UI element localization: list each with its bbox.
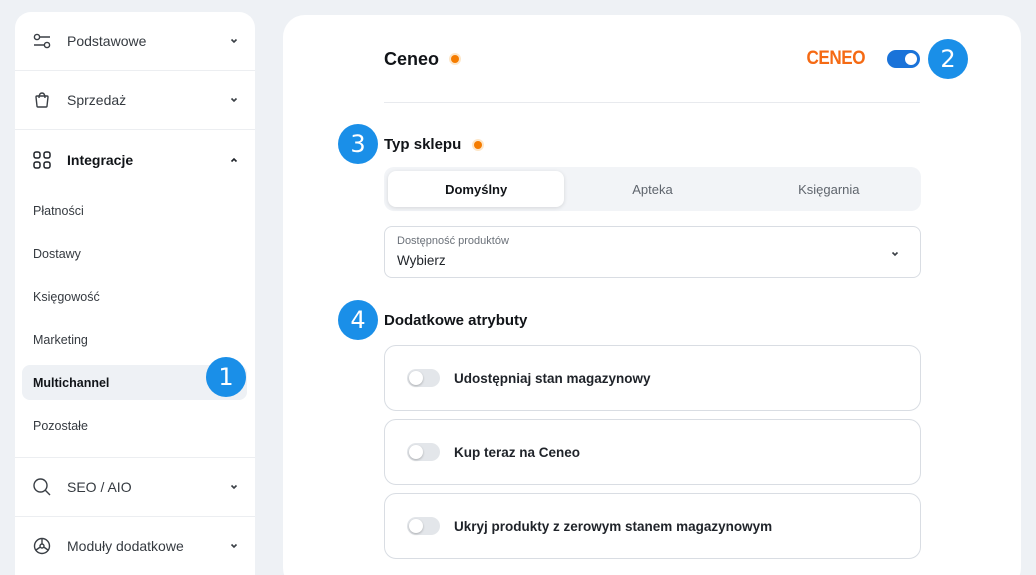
required-dot-icon	[474, 140, 483, 149]
select-value: Wybierz	[397, 253, 446, 268]
search-icon	[32, 477, 52, 497]
attributes-section: Dodatkowe atrybuty	[384, 312, 527, 329]
tab-ksiegarnia[interactable]: Księgarnia	[741, 171, 917, 207]
attribute-label: Udostępniaj stan magazynowy	[454, 370, 651, 386]
tab-apteka[interactable]: Apteka	[564, 171, 740, 207]
shop-type-section: Typ sklepu	[384, 136, 483, 153]
step-marker-2: 2	[928, 39, 968, 79]
integration-enable-toggle[interactable]	[887, 50, 920, 68]
sidebar-item-platnosci[interactable]: Płatności	[15, 189, 255, 232]
ceneo-settings-panel: Ceneo CENEO Typ sklepu Domyślny Apteka K…	[283, 15, 1021, 575]
status-dot-icon	[451, 55, 460, 63]
sidebar-item-marketing[interactable]: Marketing	[15, 318, 255, 361]
shopping-bag-icon	[32, 90, 52, 110]
buy-now-toggle[interactable]	[407, 443, 440, 461]
chevron-down-icon	[890, 246, 900, 257]
sidebar-group-sprzedaz[interactable]: Sprzedaż	[15, 71, 255, 130]
section-title: Dodatkowe atrybuty	[384, 312, 528, 329]
integration-header: Ceneo CENEO	[384, 45, 920, 73]
header-divider	[384, 102, 920, 103]
shop-type-selector: Domyślny Apteka Księgarnia	[384, 167, 921, 211]
hide-zero-stock-toggle[interactable]	[407, 517, 440, 535]
step-marker-3: 3	[338, 124, 378, 164]
chevron-down-icon	[229, 541, 239, 551]
integracje-submenu: Płatności Dostawy Księgowość Marketing M…	[15, 189, 255, 458]
sidebar-group-integracje[interactable]: Integracje	[15, 130, 255, 189]
section-title: Typ sklepu	[384, 136, 462, 153]
ceneo-logo: CENEO	[806, 48, 865, 69]
attribute-label: Kup teraz na Ceneo	[454, 444, 581, 460]
step-marker-1: 1	[206, 357, 246, 397]
chevron-up-icon	[229, 155, 239, 165]
sidebar-group-label: Integracje	[67, 151, 134, 168]
chevron-down-icon	[229, 36, 239, 46]
grid-icon	[32, 150, 52, 170]
tab-domyslny[interactable]: Domyślny	[388, 171, 565, 207]
chevron-down-icon	[229, 482, 239, 492]
select-label: Dostępność produktów	[397, 235, 509, 247]
sidebar-item-dostawy[interactable]: Dostawy	[15, 232, 255, 275]
step-marker-4: 4	[338, 300, 378, 340]
settings-sidebar: Podstawowe Sprzedaż Integracje Płatności…	[15, 12, 255, 575]
share-stock-toggle[interactable]	[407, 369, 440, 387]
sidebar-item-pozostale[interactable]: Pozostałe	[15, 404, 255, 447]
sidebar-group-label: SEO / AIO	[67, 479, 132, 495]
page-title: Ceneo	[384, 48, 440, 69]
sidebar-group-moduly[interactable]: Moduły dodatkowe	[15, 517, 255, 575]
sidebar-item-ksiegowosc[interactable]: Księgowość	[15, 275, 255, 318]
sliders-icon	[32, 31, 52, 51]
chevron-down-icon	[229, 95, 239, 105]
sidebar-group-seo[interactable]: SEO / AIO	[15, 458, 255, 517]
sidebar-group-podstawowe[interactable]: Podstawowe	[15, 12, 255, 71]
attribute-row: Udostępniaj stan magazynowy	[384, 345, 921, 411]
modules-icon	[32, 536, 52, 556]
attribute-label: Ukryj produkty z zerowym stanem magazyno…	[454, 518, 773, 534]
sidebar-group-label: Podstawowe	[67, 33, 147, 49]
sidebar-group-label: Sprzedaż	[67, 92, 127, 108]
product-availability-select[interactable]: Dostępność produktów Wybierz	[384, 226, 921, 278]
attribute-row: Kup teraz na Ceneo	[384, 419, 921, 485]
attribute-row: Ukryj produkty z zerowym stanem magazyno…	[384, 493, 921, 559]
sidebar-group-label: Moduły dodatkowe	[67, 538, 184, 554]
